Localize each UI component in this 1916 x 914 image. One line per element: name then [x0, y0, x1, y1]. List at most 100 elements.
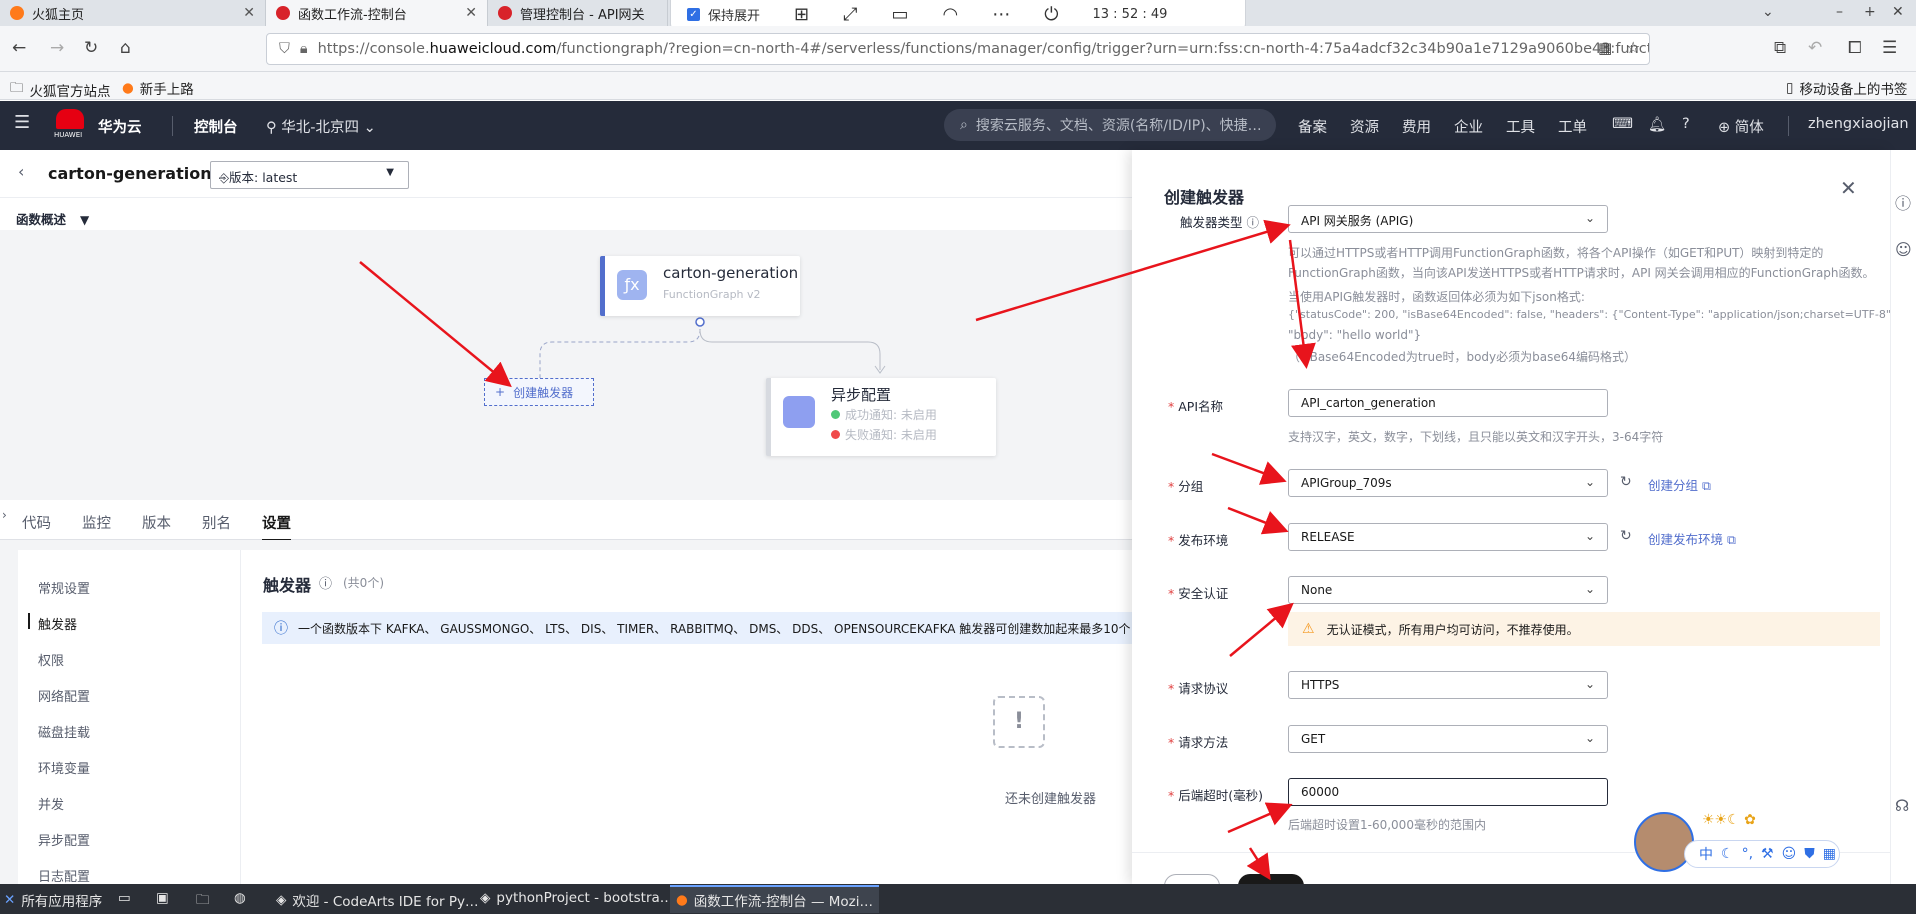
tab-monitor[interactable]: 监控 [82, 512, 111, 533]
close-icon[interactable]: ✕ [1840, 176, 1857, 200]
tab-code[interactable]: 代码 [22, 512, 51, 533]
extension-icon[interactable]: ⧉ [1774, 38, 1786, 58]
taskbar-item-firefox[interactable]: ● 函数工作流-控制台 — Mozi… [670, 885, 879, 913]
more-icon[interactable]: ⋯ [992, 4, 1010, 25]
console-search-input[interactable]: ⌕ 搜索云服务、文档、资源(名称/ID/IP)、快捷… [944, 109, 1276, 141]
version-select[interactable]: ⎆版本: latest ▼ [210, 161, 409, 189]
caret-down-icon: ▼ [386, 167, 394, 178]
close-icon[interactable]: ✕ [243, 5, 255, 21]
menu-permissions[interactable]: 权限 [38, 650, 64, 669]
url-bar[interactable]: ⛉ 🔒︎ https://console.huaweicloud.com/fun… [266, 33, 1650, 65]
user-menu[interactable]: zhengxiaojian [1808, 116, 1909, 132]
help-circle-icon[interactable]: ⓘ [319, 573, 332, 592]
api-name-input[interactable]: API_carton_generation [1288, 389, 1608, 417]
auth-select[interactable]: None ⌄ [1288, 576, 1608, 604]
menu-disk[interactable]: 磁盘挂载 [38, 722, 90, 741]
tab-list-icon[interactable]: ⌄ [1762, 4, 1774, 20]
home-icon[interactable]: ⌂ [120, 38, 131, 58]
back-chevron-icon[interactable]: ‹ [18, 162, 24, 181]
overview-toggle[interactable]: 函数概述 ▼ [16, 209, 89, 228]
minimize-icon[interactable]: – [1836, 4, 1843, 20]
warning-icon: ⚠ [1302, 621, 1315, 637]
region-selector[interactable]: ⚲ 华北-北京四 ⌄ [266, 116, 376, 137]
env-select[interactable]: RELEASE ⌄ [1288, 523, 1608, 551]
refresh-icon[interactable]: ↻ [1620, 528, 1632, 544]
menu-triggers[interactable]: 触发器 [38, 614, 77, 633]
undo-icon[interactable]: ↶ [1808, 38, 1822, 58]
tab-versions[interactable]: 版本 [142, 512, 171, 533]
terminal-icon[interactable]: ⌨ [1612, 116, 1633, 132]
bookmark-getting-started[interactable]: ● 新手上路 [122, 78, 194, 98]
method-select[interactable]: GET ⌄ [1288, 725, 1608, 753]
trigger-type-select[interactable]: API 网关服务 (APIG) ⌄ [1288, 205, 1608, 233]
back-icon[interactable]: ← [12, 38, 26, 58]
ime-toolbar[interactable]: 中 ☾ °, ⚒ ☺ ⛊ ▦ [1684, 840, 1840, 868]
close-icon[interactable]: ✕ [465, 5, 477, 21]
brand-name[interactable]: 华为云 [98, 116, 142, 137]
bookmark-star-icon[interactable]: ☆ [1626, 38, 1640, 57]
nav-resources[interactable]: 资源 [1350, 116, 1379, 137]
wifi-icon[interactable]: ◠ [943, 4, 959, 25]
create-trigger-node[interactable]: + 创建触发器 [484, 378, 594, 406]
console-link[interactable]: 控制台 [194, 116, 238, 137]
create-env-link[interactable]: 创建发布环境 ⧉ [1648, 529, 1736, 548]
nav-tools[interactable]: 工具 [1506, 116, 1535, 137]
browser-tab-firefox-home[interactable]: 火狐主页 ✕ [0, 0, 266, 26]
method-label: * 请求方法 [1168, 735, 1229, 750]
reload-icon[interactable]: ↻ [84, 38, 98, 58]
add-icon[interactable]: ⊞ [794, 4, 809, 25]
puzzle-icon[interactable]: ⧠ [1848, 38, 1862, 58]
feedback-icon[interactable]: ☺ [1895, 240, 1912, 259]
maximize-icon[interactable]: + [1864, 4, 1876, 20]
menu-icon[interactable]: ☰ [1882, 38, 1897, 58]
terminal-icon[interactable]: ▣ [156, 890, 169, 906]
protocol-select[interactable]: HTTPS ⌄ [1288, 671, 1608, 699]
nav-enterprise[interactable]: 企业 [1454, 116, 1483, 137]
start-menu[interactable]: ✕ 所有应用程序 [4, 890, 102, 910]
browser-tab-apig[interactable]: 管理控制台 - API网关 [488, 0, 668, 26]
files-icon[interactable]: ▭ [118, 890, 131, 906]
folder-icon[interactable]: 🗀 [196, 890, 210, 913]
nav-tickets[interactable]: 工单 [1558, 116, 1587, 137]
refresh-icon[interactable]: ↻ [1620, 474, 1632, 490]
menu-logs[interactable]: 日志配置 [38, 866, 90, 885]
tab-settings[interactable]: 设置 [262, 512, 291, 541]
timeout-input[interactable]: 60000 [1288, 778, 1608, 806]
browser-tab-functiongraph[interactable]: 函数工作流-控制台 ✕ [266, 0, 488, 26]
menu-env-vars[interactable]: 环境变量 [38, 758, 90, 777]
help-icon[interactable]: ? [1682, 116, 1690, 132]
mobile-bookmarks[interactable]: ▯ 移动设备上的书签 [1786, 78, 1907, 98]
group-select[interactable]: APIGroup_709s ⌄ [1288, 469, 1608, 497]
tab-aliases[interactable]: 别名 [202, 512, 231, 533]
hamburger-icon[interactable]: ☰ [14, 112, 30, 133]
help-circle-icon[interactable]: ⓘ [1895, 190, 1911, 214]
collapse-chevron-icon[interactable]: › [2, 508, 7, 522]
create-group-link[interactable]: 创建分组 ⧉ [1648, 475, 1711, 494]
power-icon[interactable]: ⏻ [1044, 4, 1058, 25]
async-config-node[interactable]: 异步配置 成功通知: 未启用 失败通知: 未启用 [766, 378, 996, 456]
function-node-title: carton-generation [663, 264, 799, 282]
menu-network[interactable]: 网络配置 [38, 686, 90, 705]
menu-concurrency[interactable]: 并发 [38, 794, 64, 813]
nav-filing[interactable]: 备案 [1298, 116, 1327, 137]
info-text: 一个函数版本下 KAFKA、 GAUSSMONGO、 LTS、 DIS、 TIM… [298, 621, 1131, 636]
ime-widget[interactable]: ☀☀☾ ✿ 中 ☾ °, ⚒ ☺ ⛊ ▦ [1634, 812, 1846, 874]
taskbar-item-codearts[interactable]: ◈ 欢迎 - CodeArts IDE for Py… [276, 890, 479, 910]
menu-async[interactable]: 异步配置 [38, 830, 90, 849]
function-node[interactable]: ƒx carton-generation FunctionGraph v2 [600, 256, 800, 316]
qr-icon[interactable]: ▦ [1598, 39, 1612, 57]
bell-icon[interactable]: 🔔︎ [1648, 116, 1666, 133]
taskbar-item-pythonproject[interactable]: ◈ pythonProject - bootstra… [480, 890, 673, 906]
forward-icon[interactable]: → [50, 38, 64, 58]
expand-icon[interactable]: ⤢ [843, 4, 857, 25]
menu-general[interactable]: 常规设置 [38, 578, 90, 597]
keep-open-checkbox[interactable]: ✓ 保持展开 [687, 5, 760, 24]
nav-billing[interactable]: 费用 [1402, 116, 1431, 137]
window-icon[interactable]: ▭ [892, 4, 909, 25]
headset-icon[interactable]: ☊ [1895, 796, 1909, 815]
window-close-icon[interactable]: ✕ [1892, 4, 1904, 20]
create-trigger-label: 创建触发器 [513, 385, 574, 400]
language-selector[interactable]: ⊕ 简体 [1718, 116, 1764, 137]
browser-icon[interactable]: ◍ [234, 890, 246, 906]
bookmark-firefox[interactable]: 🗀 火狐官方站点 [10, 78, 111, 101]
